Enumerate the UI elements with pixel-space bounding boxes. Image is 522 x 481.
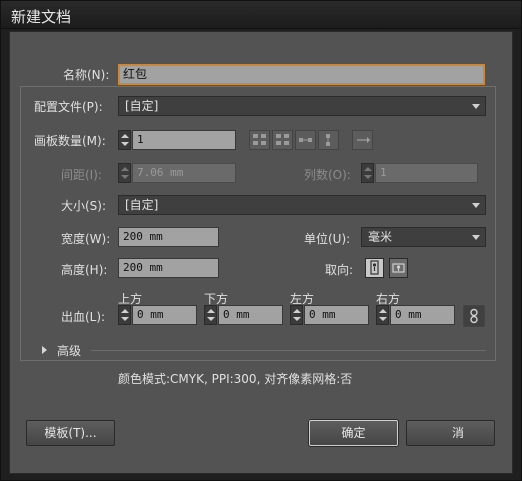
landscape-orientation-icon[interactable] [389,258,408,278]
chevron-down-icon [472,235,480,240]
advanced-label[interactable]: 高级 [57,342,81,359]
width-label: 宽度(W): [61,232,111,246]
columns-stepper[interactable] [361,163,374,183]
advanced-divider [91,350,486,351]
dialog-title: 新建文档 [11,8,72,26]
bleed-bottom-input[interactable]: 0 mm [218,305,283,325]
cancel-button[interactable]: 消 [406,420,495,446]
size-label: 大小(S): [61,199,107,213]
artboard-count-label: 画板数量(M): [34,134,106,148]
size-dropdown[interactable]: [自定] [118,195,486,215]
name-input[interactable]: 红包 [118,64,485,85]
height-input[interactable]: 200 mm [118,258,219,278]
title-bar[interactable]: 新建文档 [1,1,521,29]
layout-direction-icon[interactable] [352,130,373,150]
artboard-count-stepper[interactable] [118,130,131,150]
bleed-right-stepper[interactable] [376,305,389,325]
bleed-left-input[interactable]: 0 mm [304,305,369,325]
bleed-bottom-stepper[interactable] [204,305,217,325]
orientation-label: 取向: [325,263,354,277]
width-input[interactable]: 200 mm [118,227,219,247]
portrait-orientation-icon[interactable] [365,258,384,278]
ok-button[interactable]: 确定 [309,420,398,446]
arrange-by-row-icon[interactable] [295,130,316,150]
bleed-label: 出血(L): [61,310,106,324]
bleed-top-stepper[interactable] [118,305,131,325]
templates-button[interactable]: 模板(T)... [26,420,115,446]
bleed-left-stepper[interactable] [290,305,303,325]
bleed-top-input[interactable]: 0 mm [132,305,197,325]
artboard-count-input[interactable]: 1 [132,130,236,150]
units-label: 单位(U): [304,232,351,246]
spacing-input[interactable]: 7.06 mm [132,163,236,183]
height-label: 高度(H): [61,263,108,277]
arrange-by-column-icon[interactable] [318,130,339,150]
size-value: [自定] [125,198,159,212]
spacing-stepper[interactable] [118,163,131,183]
expand-triangle-icon[interactable] [42,346,47,354]
bleed-right-input[interactable]: 0 mm [390,305,455,325]
spacing-label: 间距(I): [61,168,102,182]
units-value: 毫米 [368,230,393,244]
chevron-down-icon [472,203,480,208]
grid-by-column-icon[interactable] [272,130,293,150]
link-icon[interactable] [463,305,485,327]
name-label: 名称(N): [63,68,110,82]
advanced-summary: 颜色模式:CMYK, PPI:300, 对齐像素网格:否 [118,372,353,386]
columns-label: 列数(O): [304,168,351,182]
columns-input[interactable]: 1 [375,163,478,183]
grid-by-row-icon[interactable] [249,130,270,150]
new-document-dialog: 新建文档 名称(N): 红包 配置文件(P): [自定] 画板数量(M): 1 … [0,0,522,481]
units-dropdown[interactable]: 毫米 [361,227,486,247]
